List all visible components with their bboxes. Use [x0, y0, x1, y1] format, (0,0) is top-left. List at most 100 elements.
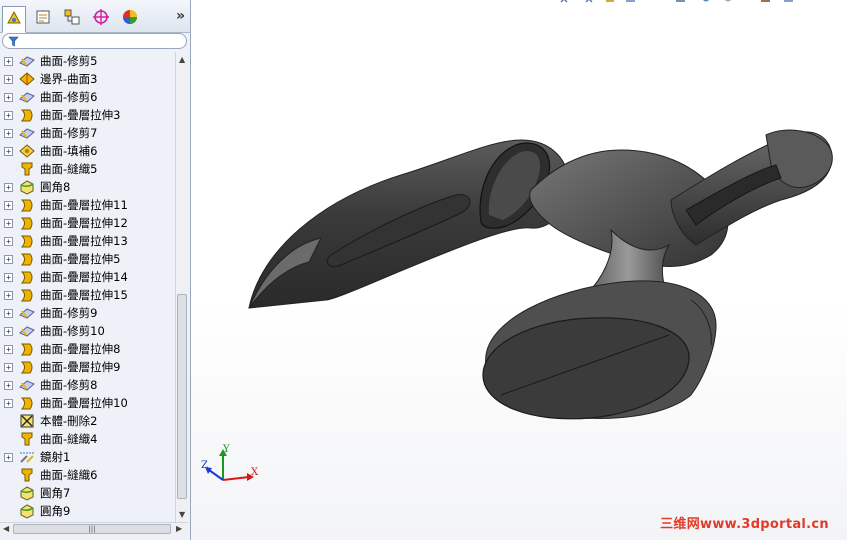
tree-item[interactable]: + 曲面-填補6 — [0, 142, 174, 160]
scroll-up-arrow[interactable]: ▲ — [179, 55, 185, 64]
expand-toggle[interactable]: + — [4, 183, 13, 192]
tree-item[interactable]: + 曲面-修剪10 — [0, 322, 174, 340]
axis-label-z: Z — [201, 460, 208, 471]
expand-toggle[interactable]: + — [4, 381, 13, 390]
tree-horizontal-scrollbar[interactable]: ◀ ||| ▶ — [0, 522, 188, 536]
knit-surface-icon — [18, 431, 36, 447]
tree-item[interactable]: + 曲面-疊層拉伸5 — [0, 250, 174, 268]
expand-toggle[interactable]: + — [4, 345, 13, 354]
tree-item[interactable]: + 鏡射1 — [0, 448, 174, 466]
expand-toggle[interactable]: + — [4, 201, 13, 210]
trim-surface-icon — [18, 323, 36, 339]
tree-item[interactable]: 曲面-縫織4 — [0, 430, 174, 448]
fillet-icon — [18, 503, 36, 519]
tree-item[interactable]: + 邊界-曲面3 — [0, 70, 174, 88]
expand-toggle[interactable]: + — [4, 57, 13, 66]
tree-item[interactable]: + 曲面-疊層拉伸8 — [0, 340, 174, 358]
tree-item-label: 邊界-曲面3 — [40, 72, 98, 86]
property-manager-icon — [34, 8, 52, 29]
tab-dimxpert-manager[interactable] — [89, 6, 113, 30]
tree-item[interactable]: + 曲面-疊層拉伸3 — [0, 106, 174, 124]
feature-manager-panel: » + 曲面-修剪5 + 邊界-曲面3 + 曲面-修剪6 + 曲面-疊層拉伸3 + 曲面-修剪7 +… — [0, 0, 191, 540]
tree-vertical-scrollbar[interactable]: ▲ ▼ — [175, 52, 189, 522]
tree-item-label: 曲面-疊層拉伸12 — [40, 216, 128, 230]
trim-surface-icon — [18, 89, 36, 105]
watermark-text: 三维网www.3dportal.cn — [660, 517, 829, 532]
expand-toggle[interactable]: + — [4, 75, 13, 84]
tree-item[interactable]: + 曲面-疊層拉伸9 — [0, 358, 174, 376]
loft-surface-icon — [18, 395, 36, 411]
tree-item[interactable]: + 圓角8 — [0, 178, 174, 196]
fill-surface-icon — [18, 143, 36, 159]
mirror-icon — [18, 449, 36, 465]
fillet-icon — [18, 485, 36, 501]
feature-tree[interactable]: + 曲面-修剪5 + 邊界-曲面3 + 曲面-修剪6 + 曲面-疊層拉伸3 + 曲面-修剪7 + 曲面… — [0, 52, 174, 522]
expand-toggle[interactable]: + — [4, 111, 13, 120]
loft-surface-icon — [18, 197, 36, 213]
more-tabs-button[interactable]: » — [176, 8, 185, 24]
tree-item-label: 曲面-疊層拉伸10 — [40, 396, 128, 410]
axis-label-y: Y — [223, 444, 230, 455]
tree-item[interactable]: + 曲面-疊層拉伸11 — [0, 196, 174, 214]
trim-surface-icon — [18, 377, 36, 393]
expand-toggle[interactable]: + — [4, 129, 13, 138]
scroll-down-arrow[interactable]: ▼ — [179, 510, 185, 519]
loft-surface-icon — [18, 341, 36, 357]
expand-toggle[interactable]: + — [4, 255, 13, 264]
tree-item[interactable]: 圓角9 — [0, 502, 174, 520]
hammer-surface-model[interactable] — [191, 0, 847, 540]
tree-item[interactable]: + 曲面-疊層拉伸15 — [0, 286, 174, 304]
loft-surface-icon — [18, 233, 36, 249]
fillet-icon — [18, 179, 36, 195]
tab-configuration-manager[interactable] — [60, 6, 84, 30]
tree-item[interactable]: + 曲面-修剪7 — [0, 124, 174, 142]
expand-toggle[interactable]: + — [4, 291, 13, 300]
expand-toggle[interactable]: + — [4, 327, 13, 336]
tab-property-manager[interactable] — [31, 6, 55, 30]
tree-item[interactable]: + 曲面-修剪9 — [0, 304, 174, 322]
tree-item-label: 鏡射1 — [40, 450, 71, 464]
tree-item[interactable]: + 曲面-疊層拉伸13 — [0, 232, 174, 250]
tab-display-manager[interactable] — [118, 6, 142, 30]
tab-feature-manager[interactable] — [2, 6, 26, 33]
scroll-right-arrow[interactable]: ▶ — [176, 524, 182, 533]
tree-item-label: 曲面-縫織4 — [40, 432, 98, 446]
expand-toggle[interactable]: + — [4, 309, 13, 318]
tree-item[interactable]: 曲面-縫織6 — [0, 466, 174, 484]
tree-filter-input[interactable] — [2, 33, 187, 49]
tree-item-label: 曲面-縫織6 — [40, 468, 98, 482]
tree-item-label: 曲面-疊層拉伸5 — [40, 252, 121, 266]
expand-toggle[interactable]: + — [4, 363, 13, 372]
vertical-scroll-thumb[interactable] — [177, 294, 187, 499]
scroll-left-arrow[interactable]: ◀ — [3, 524, 9, 533]
filter-icon — [8, 36, 19, 47]
knit-surface-icon — [18, 467, 36, 483]
expand-toggle[interactable]: + — [4, 219, 13, 228]
tree-item[interactable]: + 曲面-疊層拉伸10 — [0, 394, 174, 412]
expand-toggle[interactable]: + — [4, 237, 13, 246]
tree-item[interactable]: + 曲面-修剪6 — [0, 88, 174, 106]
graphics-viewport[interactable]: Y X Z 三维网www.3dportal.cn — [191, 0, 847, 540]
tree-item-label: 圓角7 — [40, 486, 71, 500]
expand-toggle[interactable]: + — [4, 273, 13, 282]
tree-item-label: 曲面-修剪8 — [40, 378, 98, 392]
tree-item-label: 曲面-修剪6 — [40, 90, 98, 104]
trim-surface-icon — [18, 305, 36, 321]
tree-item[interactable]: 本體-刪除2 — [0, 412, 174, 430]
tree-item-label: 圓角8 — [40, 180, 71, 194]
tree-item-label: 曲面-填補6 — [40, 144, 98, 158]
expand-toggle[interactable]: + — [4, 147, 13, 156]
tree-item-label: 曲面-疊層拉伸15 — [40, 288, 128, 302]
tree-item[interactable]: + 曲面-疊層拉伸12 — [0, 214, 174, 232]
tree-item[interactable]: 圓角7 — [0, 484, 174, 502]
tree-item[interactable]: + 曲面-修剪8 — [0, 376, 174, 394]
loft-surface-icon — [18, 251, 36, 267]
tree-item[interactable]: 曲面-縫織5 — [0, 160, 174, 178]
tree-item[interactable]: + 曲面-修剪5 — [0, 52, 174, 70]
expand-toggle[interactable]: + — [4, 453, 13, 462]
horizontal-scroll-thumb[interactable]: ||| — [13, 524, 171, 534]
expand-toggle[interactable]: + — [4, 93, 13, 102]
tree-item[interactable]: + 曲面-疊層拉伸14 — [0, 268, 174, 286]
tree-item-label: 圓角9 — [40, 504, 71, 518]
expand-toggle[interactable]: + — [4, 399, 13, 408]
